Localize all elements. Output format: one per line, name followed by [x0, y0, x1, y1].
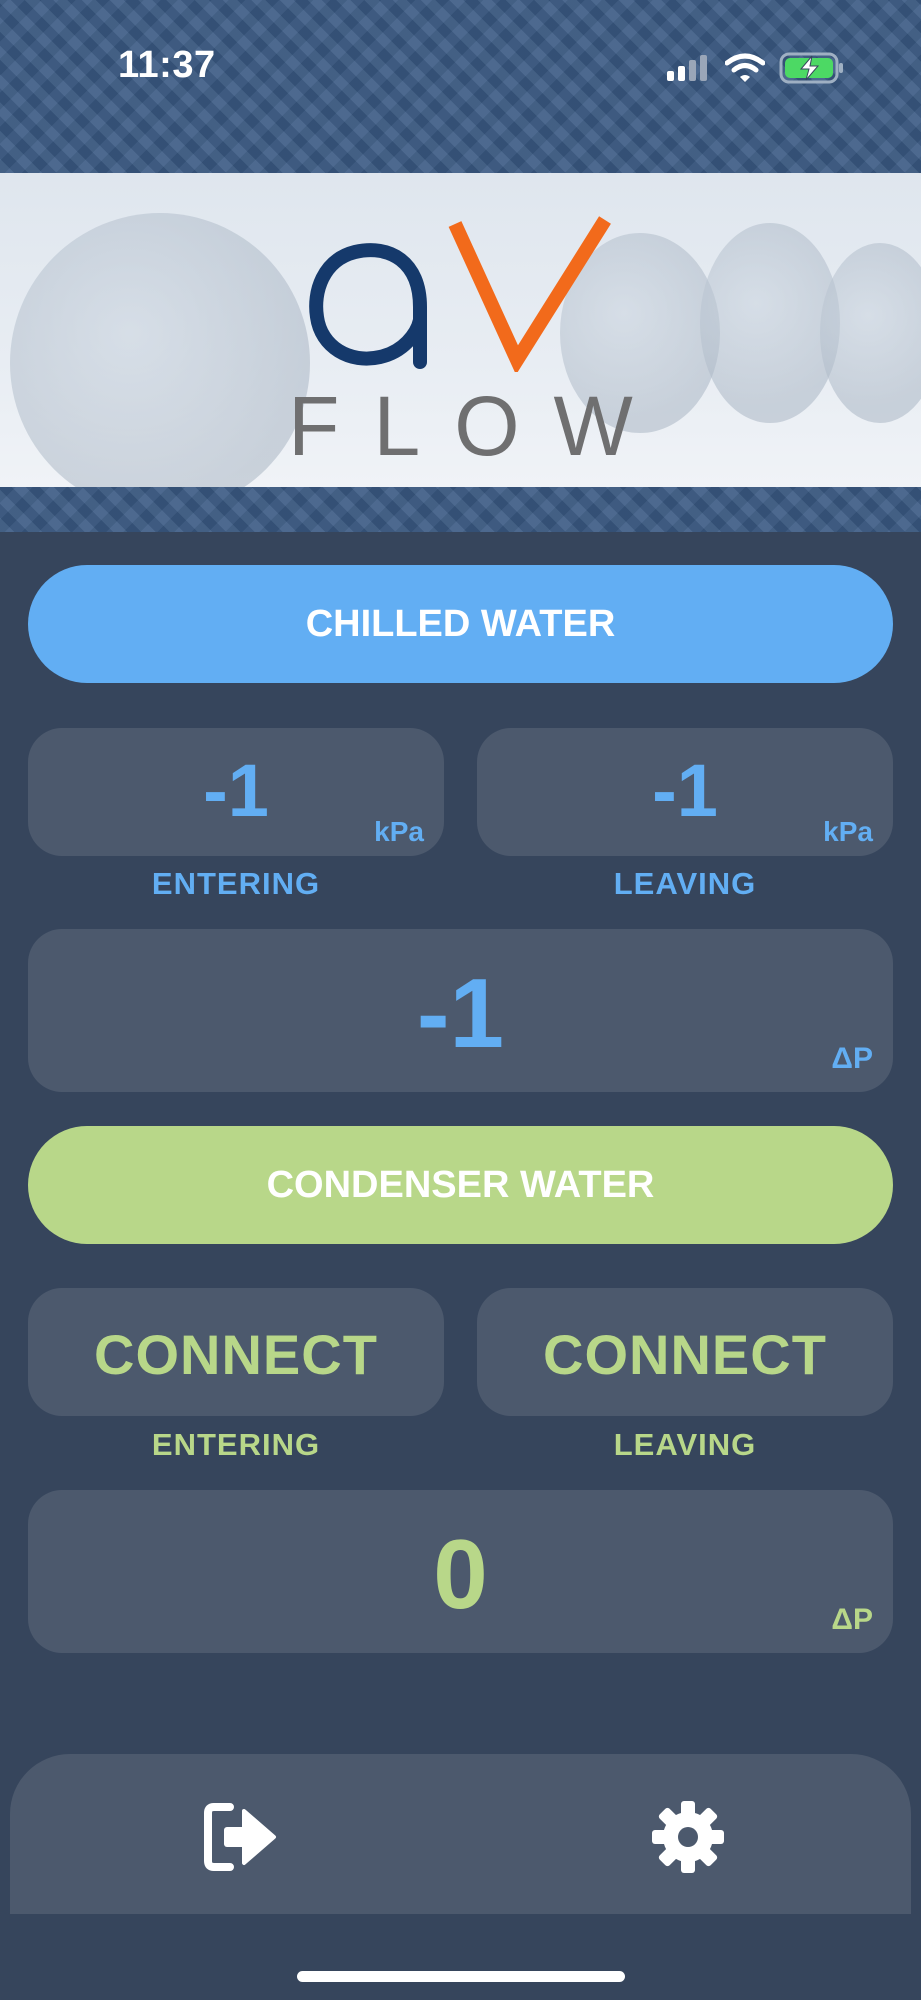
chilled-entering-unit: kPa	[374, 816, 424, 847]
logout-button[interactable]	[200, 1799, 280, 1875]
condenser-leaving-connect: CONNECT	[543, 1323, 827, 1386]
chilled-entering-label: ENTERING	[151, 866, 321, 901]
condenser-entering-label: ENTERING	[151, 1427, 321, 1462]
condenser-delta-value: 0	[433, 1519, 488, 1629]
chilled-leaving-unit: kPa	[823, 816, 873, 847]
logo-wordmark: FLOW	[288, 379, 667, 473]
chilled-delta-value: -1	[416, 958, 505, 1068]
chilled-water-button[interactable]: CHILLED WATER	[28, 565, 893, 683]
home-indicator[interactable]	[297, 1971, 625, 1982]
wifi-icon	[725, 53, 765, 82]
status-time: 11:37	[118, 44, 216, 86]
settings-button[interactable]	[650, 1799, 730, 1875]
chilled-leaving-label: LEAVING	[613, 866, 757, 901]
battery-charging-icon	[779, 52, 843, 84]
condenser-delta-unit: ΔP	[831, 1603, 873, 1636]
chilled-delta-unit: ΔP	[831, 1042, 873, 1075]
chilled-entering-card[interactable]: -1 kPa	[28, 728, 444, 856]
chilled-leaving-card[interactable]: -1 kPa	[477, 728, 893, 856]
condenser-delta-card: 0 ΔP	[28, 1490, 893, 1653]
status-icons	[667, 52, 845, 84]
logout-icon	[204, 1803, 276, 1871]
condenser-leaving-label: LEAVING	[613, 1427, 757, 1462]
pattern-strip	[0, 487, 921, 532]
condenser-leaving-card[interactable]: CONNECT	[477, 1288, 893, 1416]
gear-icon	[652, 1801, 724, 1873]
chilled-delta-card: -1 ΔP	[28, 929, 893, 1092]
condenser-entering-connect: CONNECT	[94, 1323, 378, 1386]
condenser-water-button[interactable]: CONDENSER WATER	[28, 1126, 893, 1244]
status-bar: 11:37	[0, 0, 921, 173]
logo-av-mark	[309, 216, 611, 372]
bottom-navigation	[10, 1754, 911, 1914]
cellular-signal-icon	[667, 55, 707, 81]
condenser-entering-card[interactable]: CONNECT	[28, 1288, 444, 1416]
